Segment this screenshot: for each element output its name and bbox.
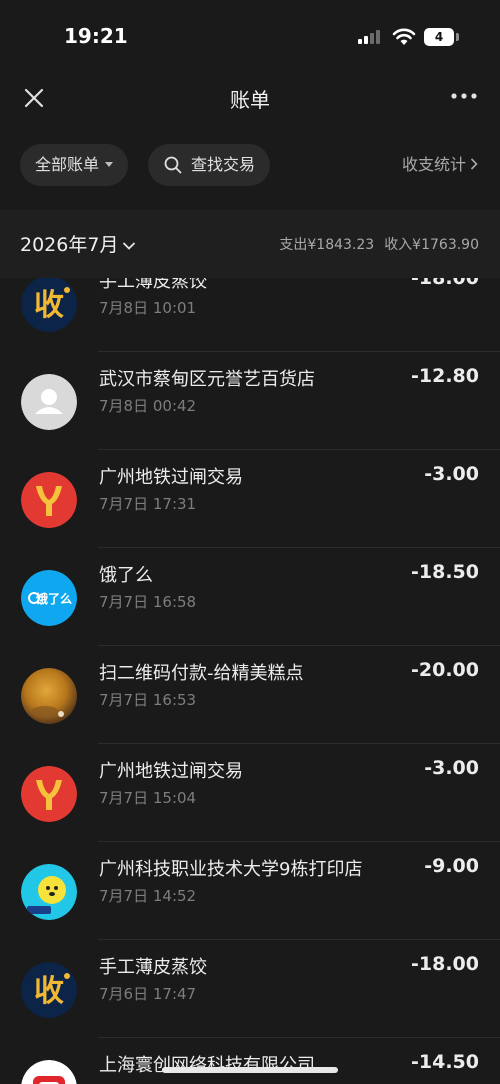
transaction-amount: -20.00 — [411, 659, 479, 681]
transaction-amount: -12.80 — [411, 365, 479, 387]
transaction-name: 广州地铁过闸交易 — [99, 467, 243, 488]
transaction-time: 7月8日 00:42 — [99, 397, 197, 415]
transaction-row[interactable]: 扫二维码付款-给精美糕点 7月7日 16:53 -20.00 — [0, 646, 500, 744]
transaction-row[interactable]: 广州地铁过闸交易 7月7日 15:04 -3.00 — [0, 744, 500, 842]
transaction-time: 7月7日 16:53 — [99, 691, 197, 709]
transaction-amount: -18.50 — [411, 561, 479, 583]
battery-cap — [456, 33, 459, 41]
search-transactions-button[interactable]: 查找交易 — [148, 144, 270, 186]
transaction-name: 上海寰创网络科技有限公司 — [99, 1055, 315, 1076]
company-logo-icon — [21, 1060, 77, 1084]
month-summary-bar: 2026年7月 支出¥1843.23 收入¥1763.90 — [0, 210, 500, 278]
cellular-signal-icon — [358, 30, 380, 44]
transaction-row[interactable]: 广州科技职业技术大学9栋打印店 7月7日 14:52 -9.00 — [0, 842, 500, 940]
transaction-name: 广州地铁过闸交易 — [99, 761, 243, 782]
transaction-time: 7月6日 17:47 — [99, 985, 197, 1003]
transaction-amount: -18.00 — [411, 278, 479, 289]
transaction-amount: -3.00 — [424, 757, 479, 779]
transaction-row[interactable]: 收 手工薄皮蒸饺 7月6日 17:47 -18.00 — [0, 940, 500, 1038]
month-label: 2026年7月 — [20, 234, 119, 256]
transaction-time: 7月7日 14:52 — [99, 887, 197, 905]
battery-indicator: 4 — [424, 28, 454, 46]
nav-bar: 账单 — [0, 72, 500, 122]
month-totals: 支出¥1843.23 收入¥1763.90 — [279, 234, 479, 254]
transaction-name: 手工薄皮蒸饺 — [99, 957, 207, 978]
eleme-logo-text: 饿了么 — [35, 591, 72, 606]
default-user-icon — [21, 374, 77, 430]
transaction-row[interactable]: 饿了么 饿了么 7月7日 16:58 -18.50 — [0, 548, 500, 646]
transaction-time: 7月7日 16:58 — [99, 593, 197, 611]
month-selector[interactable]: 2026年7月 — [20, 230, 136, 257]
transaction-amount: -3.00 — [424, 463, 479, 485]
guangzhou-metro-icon — [21, 766, 77, 822]
transaction-time: 7月8日 10:01 — [99, 299, 197, 317]
page-title: 账单 — [230, 88, 270, 112]
transaction-row[interactable]: 收 手工薄皮蒸饺 7月8日 10:01 -18.00 — [0, 278, 500, 352]
transaction-name: 手工薄皮蒸饺 — [99, 278, 207, 292]
cake-photo-icon — [21, 668, 77, 724]
income-expense-stats-link[interactable]: 收支统计 — [402, 144, 478, 186]
svg-text:收: 收 — [34, 974, 64, 1009]
transaction-name: 广州科技职业技术大学9栋打印店 — [99, 859, 363, 880]
transaction-name: 武汉市蔡甸区元誉艺百货店 — [99, 369, 315, 390]
search-label: 查找交易 — [191, 155, 256, 174]
income-total: 收入¥1763.90 — [384, 237, 479, 253]
svg-text:收: 收 — [34, 288, 64, 323]
all-bills-label: 全部账单 — [35, 155, 100, 174]
transaction-name: 扫二维码付款-给精美糕点 — [99, 663, 304, 684]
filter-row: 全部账单 查找交易 收支统计 — [0, 140, 500, 192]
caret-down-icon — [105, 162, 113, 167]
transaction-amount: -14.50 — [411, 1051, 479, 1073]
status-bar: 19:21 4 — [0, 0, 500, 72]
transaction-amount: -9.00 — [424, 855, 479, 877]
transaction-time: 7月7日 15:04 — [99, 789, 197, 807]
status-time: 19:21 — [64, 24, 128, 48]
chevron-down-icon — [123, 241, 136, 250]
chevron-right-icon — [470, 158, 478, 170]
transaction-row[interactable]: 上海寰创网络科技有限公司 -14.50 — [0, 1038, 500, 1084]
transaction-name: 饿了么 — [99, 565, 153, 586]
guangzhou-metro-icon — [21, 472, 77, 528]
transaction-row[interactable]: 武汉市蔡甸区元誉艺百货店 7月8日 00:42 -12.80 — [0, 352, 500, 450]
search-icon — [164, 156, 182, 174]
shou-icon: 收 — [21, 278, 77, 332]
transaction-time: 7月7日 17:31 — [99, 495, 197, 513]
stats-label: 收支统计 — [401, 155, 466, 174]
eleme-icon: 饿了么 — [21, 570, 77, 626]
transaction-row[interactable]: 广州地铁过闸交易 7月7日 17:31 -3.00 — [0, 450, 500, 548]
transaction-amount: -18.00 — [411, 953, 479, 975]
wifi-icon — [392, 28, 416, 45]
home-indicator[interactable] — [162, 1067, 338, 1073]
all-bills-dropdown[interactable]: 全部账单 — [20, 144, 128, 186]
transaction-list[interactable]: 收 手工薄皮蒸饺 7月8日 10:01 -18.00 武汉市蔡甸区元誉艺百货店 … — [0, 278, 500, 1084]
expense-total: 支出¥1843.23 — [279, 237, 375, 253]
shou-icon: 收 — [21, 962, 77, 1018]
more-options-icon[interactable] — [448, 82, 480, 110]
print-shop-icon — [21, 864, 77, 920]
